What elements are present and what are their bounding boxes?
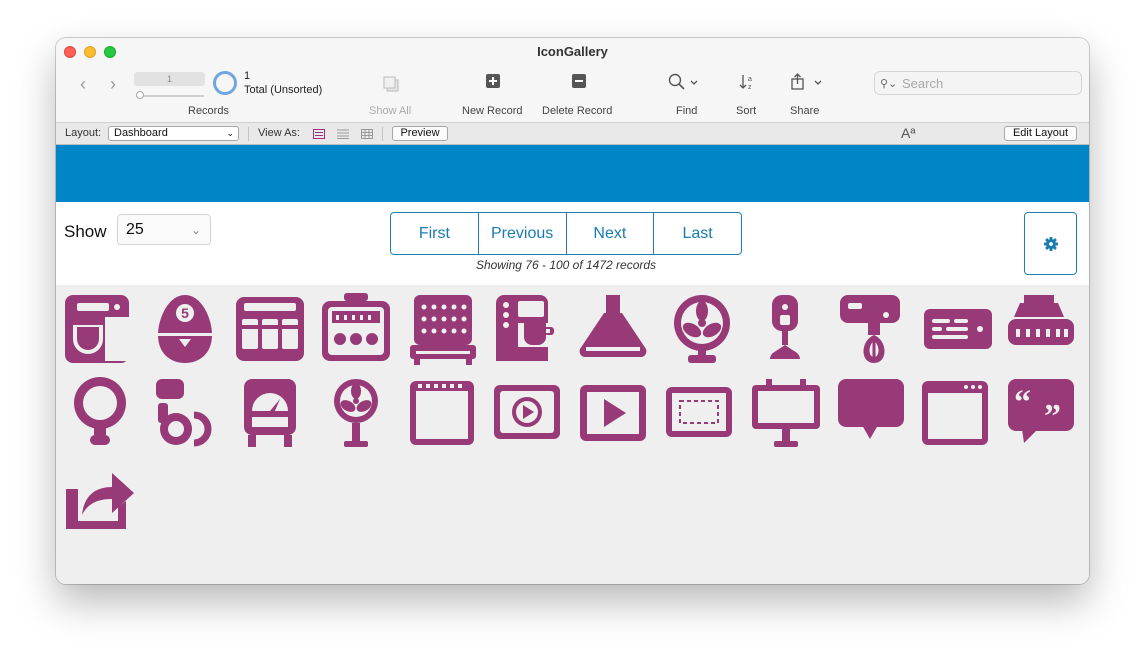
play-screen-icon[interactable] <box>578 377 648 449</box>
layout-label: Layout: <box>65 127 102 139</box>
pagination: First Previous Next Last <box>390 212 742 255</box>
chevron-down-icon: ⌄ <box>226 128 234 138</box>
page-size-select[interactable]: 25 ⌄ <box>117 214 211 245</box>
preview-button[interactable]: Preview <box>392 126 448 141</box>
share-arrow-icon[interactable] <box>64 463 134 535</box>
billboard-icon[interactable] <box>750 377 820 449</box>
last-page-button[interactable]: Last <box>654 213 741 254</box>
show-all-icon[interactable] <box>382 75 400 93</box>
records-range-text: Showing 76 - 100 of 1472 records <box>475 258 657 272</box>
divider <box>382 127 383 141</box>
browser-window-icon[interactable] <box>408 377 478 449</box>
app-window-icon[interactable] <box>920 377 990 449</box>
toolbar: IconGallery ‹ › 1 1 Total (Unsorted) Rec… <box>56 38 1089 122</box>
layout-select[interactable]: Dashboard ⌄ <box>108 126 239 141</box>
list-view-icon[interactable] <box>337 129 349 139</box>
find-button[interactable]: Find <box>676 105 697 117</box>
quote-bubble-icon[interactable]: “ ” <box>1006 377 1076 449</box>
dashed-frame-icon[interactable] <box>664 377 734 449</box>
new-record-icon[interactable] <box>486 74 500 88</box>
search-icon: ⚲⌄ <box>880 78 898 90</box>
svg-text:“: “ <box>1014 384 1031 421</box>
stand-mixer-icon[interactable] <box>63 293 133 365</box>
record-slider-handle[interactable] <box>136 91 144 99</box>
sort-icon[interactable]: a z <box>739 74 755 90</box>
video-player-icon[interactable] <box>492 377 562 449</box>
coffee-machine-icon[interactable] <box>492 293 562 365</box>
record-slider[interactable] <box>136 95 204 97</box>
edit-layout-button[interactable]: Edit Layout <box>1004 126 1077 141</box>
record-total: Total (Unsorted) <box>244 84 323 96</box>
record-pie-icon <box>213 71 237 95</box>
gauge-robot-icon[interactable] <box>238 377 308 449</box>
light-bulb-icon[interactable] <box>68 377 138 449</box>
delete-record-button[interactable]: Delete Record <box>542 105 612 117</box>
page-size-value: 25 <box>126 221 144 238</box>
share-icon[interactable] <box>791 73 823 91</box>
layout-content: Show 25 ⌄ First Previous Next Last Showi… <box>56 145 1089 584</box>
layout-select-value: Dashboard <box>114 127 168 139</box>
gear-icon <box>1044 237 1058 251</box>
stand-blender-icon[interactable] <box>752 293 822 365</box>
form-view-icon[interactable] <box>313 129 325 139</box>
svg-text:5: 5 <box>181 305 189 321</box>
divider <box>248 127 249 141</box>
next-page-button[interactable]: Next <box>567 213 655 254</box>
search-field[interactable]: ⚲⌄ Search <box>874 71 1082 95</box>
icon-gallery: 5 “ ” <box>56 285 1089 584</box>
first-page-button[interactable]: First <box>391 213 479 254</box>
svg-text:”: ” <box>1044 398 1061 435</box>
record-number-field[interactable]: 1 <box>134 72 205 86</box>
find-icon[interactable] <box>668 73 698 91</box>
hand-mixer-icon[interactable] <box>838 293 908 365</box>
show-all-button[interactable]: Show All <box>369 105 411 117</box>
svg-text:z: z <box>748 84 752 90</box>
show-label: Show <box>64 222 107 241</box>
svg-text:a: a <box>748 76 752 83</box>
previous-page-button[interactable]: Previous <box>479 213 567 254</box>
desk-fan-icon[interactable] <box>666 293 736 365</box>
toaster-oven-icon[interactable] <box>234 293 304 365</box>
settings-button[interactable] <box>1024 212 1077 275</box>
delete-record-icon[interactable] <box>572 74 586 88</box>
records-label: Records <box>188 105 229 117</box>
window-title: IconGallery <box>537 44 608 59</box>
layout-bar: Layout: Dashboard ⌄ View As: Preview Aª … <box>56 122 1089 145</box>
range-hood-icon[interactable] <box>578 293 648 365</box>
speech-bubble-icon[interactable] <box>836 377 906 449</box>
header-banner <box>56 145 1089 202</box>
floor-fan-icon[interactable] <box>324 377 394 449</box>
text-size-icon[interactable]: Aª <box>901 125 916 141</box>
new-record-button[interactable]: New Record <box>462 105 523 117</box>
radio-icon[interactable] <box>922 293 992 365</box>
oven-icon[interactable] <box>320 293 390 365</box>
share-button[interactable]: Share <box>790 105 819 117</box>
search-placeholder: Search <box>902 76 944 91</box>
chevron-left-icon[interactable]: ‹ <box>80 74 86 95</box>
chevron-right-icon[interactable]: › <box>110 74 116 95</box>
grill-icon[interactable] <box>408 293 478 365</box>
table-view-icon[interactable] <box>361 129 373 139</box>
view-as-label: View As: <box>258 127 300 139</box>
egg-timer-icon[interactable]: 5 <box>150 293 220 365</box>
sort-button[interactable]: Sort <box>736 105 756 117</box>
wheelchair-icon[interactable] <box>152 377 222 449</box>
chevron-down-icon: ⌄ <box>190 223 201 237</box>
app-window: IconGallery ‹ › 1 1 Total (Unsorted) Rec… <box>56 38 1089 584</box>
record-count: 1 <box>244 70 251 82</box>
air-purifier-icon[interactable] <box>1006 293 1076 365</box>
